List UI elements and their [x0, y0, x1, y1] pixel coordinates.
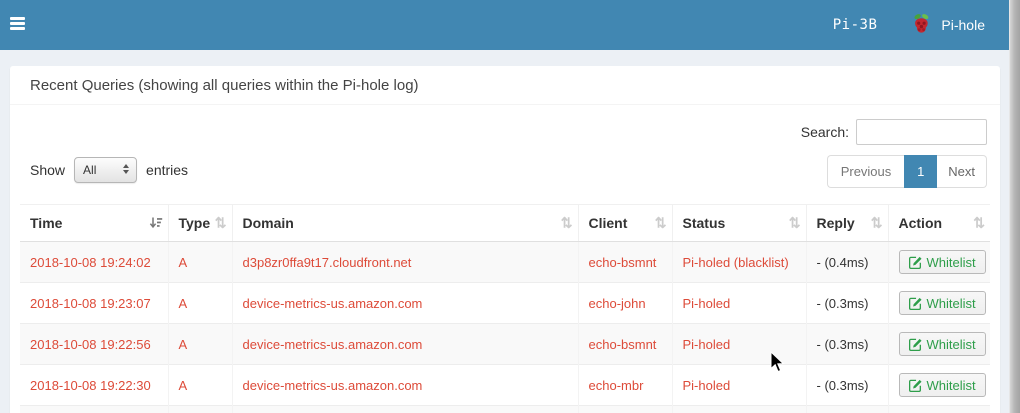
navbar-right: Pi-3B Pi-hole	[833, 0, 985, 50]
entries-length-control: Show All entries	[30, 157, 188, 183]
table-row: 2018-10-08 19:22:56 A device-metrics-us.…	[20, 323, 990, 365]
cell-time: 2018-10-08 19:22:56	[20, 323, 169, 365]
queries-table: Time ⇅ Type ⇅ Domain ⇅	[20, 204, 990, 413]
panel-header: Recent Queries (showing all queries with…	[10, 66, 1000, 105]
column-header-label: Time	[30, 215, 63, 231]
cell-client: echo-bsmnt	[578, 241, 673, 283]
cell-time: 2018-10-08 19:24:02	[20, 241, 169, 283]
cell-domain: device-metrics-us.amazon.com	[232, 323, 579, 365]
whitelist-button-label: Whitelist	[926, 254, 976, 270]
pencil-square-icon	[908, 256, 922, 269]
pagination-next-button[interactable]: Next	[937, 155, 987, 188]
cell-status: Pi-holed	[672, 323, 807, 365]
table-header-row: Time ⇅ Type ⇅ Domain ⇅	[20, 204, 990, 242]
sort-both-icon: ⇅	[973, 214, 985, 231]
pencil-square-icon	[908, 338, 922, 351]
cell-status: Pi-holed (blacklist)	[672, 241, 807, 283]
whitelist-button[interactable]: Whitelist	[898, 332, 986, 356]
cell-client: echo-john	[578, 282, 673, 324]
search-row: Search:	[10, 119, 987, 145]
cell-action: Whitelist	[888, 241, 990, 283]
column-header-label: Client	[588, 215, 628, 231]
sort-both-icon: ⇅	[788, 214, 801, 231]
whitelist-button-label: Whitelist	[926, 377, 976, 393]
table-row: 2018-10-08 19:24:02 A d3p8zr0ffa9t17.clo…	[20, 241, 990, 283]
page-title: Recent Queries (showing all queries with…	[30, 77, 419, 94]
entries-select-value: All	[83, 163, 97, 177]
pagination-page-1-button[interactable]: 1	[904, 155, 938, 188]
whitelist-button[interactable]: Whitelist	[898, 291, 986, 315]
pencil-square-icon	[908, 379, 922, 392]
column-header-label: Status	[682, 215, 726, 231]
column-header-label: Reply	[816, 215, 855, 231]
entries-label: entries	[146, 162, 189, 178]
whitelist-button-label: Whitelist	[926, 336, 976, 352]
column-header-client[interactable]: Client ⇅	[578, 204, 673, 242]
cell-client: echo-mbr	[578, 364, 673, 406]
cell-client: echo-bsmnt	[578, 323, 673, 365]
whitelist-button[interactable]: Whitelist	[898, 250, 986, 274]
brand-label: Pi-hole	[941, 17, 985, 33]
column-header-reply[interactable]: Reply ⇅	[806, 204, 889, 242]
column-header-action[interactable]: Action ⇅	[888, 204, 990, 242]
sort-both-icon: ⇅	[560, 214, 573, 231]
sort-both-icon: ⇅	[214, 214, 227, 231]
column-header-time[interactable]: Time ⇅	[20, 204, 169, 242]
column-header-domain[interactable]: Domain ⇅	[232, 204, 579, 242]
table-row: 2018-10-08 19:22:30 A device-metrics-us.…	[20, 364, 990, 406]
cell-type: A	[168, 282, 233, 324]
pagination-previous-button[interactable]: Previous	[826, 155, 905, 188]
select-arrows-icon	[123, 164, 130, 174]
sort-descending-icon	[149, 217, 163, 230]
content-area: Recent Queries (showing all queries with…	[0, 50, 1009, 413]
cell-type: A	[168, 241, 233, 283]
column-header-label: Domain	[242, 215, 294, 231]
whitelist-button-label: Whitelist	[926, 295, 976, 311]
whitelist-button[interactable]: Whitelist	[898, 373, 986, 397]
cell-time: 2018-10-08 19:23:07	[20, 282, 169, 324]
cell-type: A	[168, 364, 233, 406]
cell-reply: - (0.4ms)	[806, 241, 889, 283]
cell-time: 2018-10-08 19:22:30	[20, 364, 169, 406]
cell-status: Pi-holed	[672, 282, 807, 324]
cell-domain: device-metrics-us.amazon.com	[232, 282, 579, 324]
cell-action: Whitelist	[888, 364, 990, 406]
raspberry-pi-icon	[911, 13, 932, 38]
search-label: Search:	[800, 124, 849, 140]
cell-reply: - (0.3ms)	[806, 364, 889, 406]
show-label: Show	[30, 162, 66, 178]
pihole-admin-screen: Pi-3B Pi-hole Recent Queries (showing al…	[0, 0, 1020, 413]
entries-select[interactable]: All	[74, 157, 138, 183]
page-scrollbar[interactable]	[1009, 0, 1020, 413]
column-header-label: Type	[178, 215, 211, 231]
sort-both-icon: ⇅	[654, 214, 667, 231]
recent-queries-panel: Recent Queries (showing all queries with…	[10, 66, 1000, 413]
top-navbar: Pi-3B Pi-hole	[0, 0, 1009, 50]
cell-reply: - (0.3ms)	[806, 323, 889, 365]
table-body: 2018-10-08 19:24:02 A d3p8zr0ffa9t17.clo…	[20, 241, 990, 413]
column-header-status[interactable]: Status ⇅	[672, 204, 807, 242]
column-header-type[interactable]: Type ⇅	[168, 204, 233, 242]
cell-action: Whitelist	[888, 282, 990, 324]
cell-type: A	[168, 323, 233, 365]
table-row-partial	[20, 405, 990, 413]
column-header-label: Action	[898, 215, 943, 231]
cell-status: Pi-holed	[672, 364, 807, 406]
search-input[interactable]	[856, 119, 987, 145]
hostname-label: Pi-3B	[832, 17, 878, 33]
cell-action: Whitelist	[888, 323, 990, 365]
sidebar-toggle-icon[interactable]	[10, 17, 36, 35]
sort-both-icon: ⇅	[870, 214, 883, 231]
table-row: 2018-10-08 19:23:07 A device-metrics-us.…	[20, 282, 990, 324]
cell-reply: - (0.3ms)	[806, 282, 889, 324]
pencil-square-icon	[908, 297, 922, 310]
cell-domain: device-metrics-us.amazon.com	[232, 364, 579, 406]
cell-domain: d3p8zr0ffa9t17.cloudfront.net	[232, 241, 579, 283]
pagination: Previous 1 Next	[826, 155, 987, 188]
